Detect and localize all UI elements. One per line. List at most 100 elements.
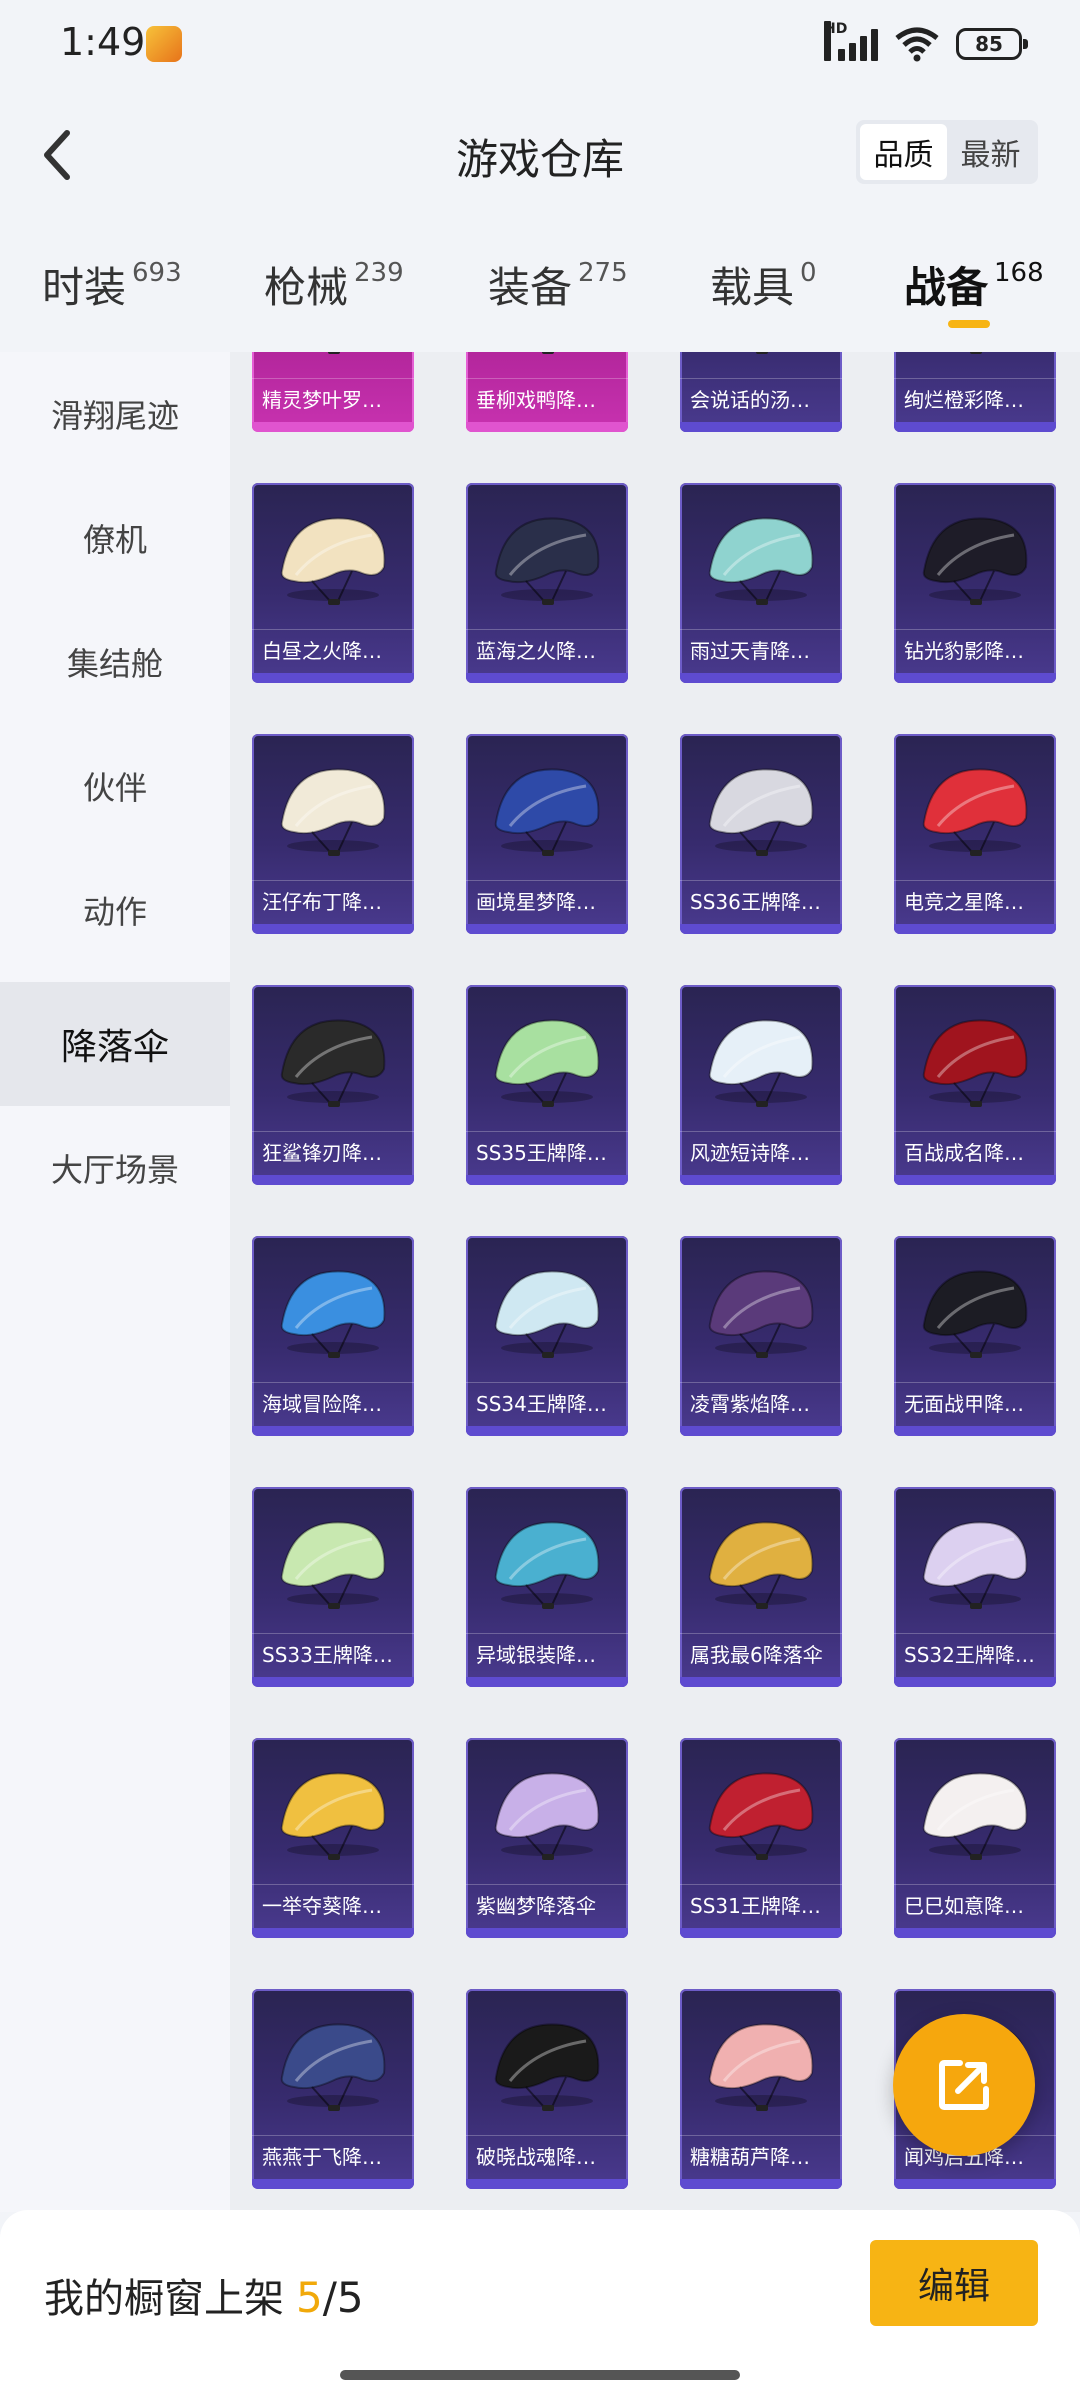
parachute-card[interactable]: 异域银装降…	[466, 1487, 628, 1687]
parachute-image	[494, 1019, 600, 1107]
tab-count: 275	[578, 258, 628, 288]
parachute-name: 海域冒险降…	[252, 1382, 414, 1424]
parachute-image	[280, 1521, 386, 1609]
share-button[interactable]	[893, 2014, 1035, 2156]
parachute-card[interactable]: SS36王牌降…	[680, 734, 842, 934]
parachute-image	[922, 1270, 1028, 1358]
parachute-card[interactable]: 无面战甲降…	[894, 1236, 1056, 1436]
parachute-card[interactable]: 海域冒险降…	[252, 1236, 414, 1436]
sidebar-item-rally-pod[interactable]: 集结舱	[0, 600, 230, 724]
parachute-card[interactable]: SS31王牌降…	[680, 1738, 842, 1938]
parachute-name: 电竞之星降…	[894, 880, 1056, 922]
tab-fashion[interactable]: 时装 693	[42, 254, 182, 315]
parachute-image	[494, 2023, 600, 2111]
sidebar-item-parachute[interactable]: 降落伞	[0, 982, 230, 1106]
parachute-card[interactable]: 风迹短诗降…	[680, 985, 842, 1185]
parachute-card[interactable]: 蓝海之火降…	[466, 483, 628, 683]
parachute-name: SS34王牌降…	[466, 1382, 628, 1424]
parachute-name: 精灵梦叶罗…	[252, 378, 414, 420]
parachute-card[interactable]: 狂鲨锋刃降…	[252, 985, 414, 1185]
tab-label: 枪械	[264, 263, 349, 312]
parachute-card[interactable]: 垂柳戏鸭降…	[466, 352, 628, 432]
parachute-image	[708, 1521, 814, 1609]
parachute-image	[708, 517, 814, 605]
parachute-card[interactable]: 绚烂橙彩降…	[894, 352, 1056, 432]
battery-level: 85	[975, 32, 1003, 56]
parachute-image	[922, 1521, 1028, 1609]
parachute-name: 垂柳戏鸭降…	[466, 378, 628, 420]
parachute-name: 白昼之火降…	[252, 629, 414, 671]
sort-toggle: 品质 最新	[856, 120, 1038, 184]
parachute-image	[494, 1521, 600, 1609]
sidebar-item-partner[interactable]: 伙伴	[0, 724, 230, 848]
parachute-card[interactable]: 电竞之星降…	[894, 734, 1056, 934]
status-indicators: HD 85	[824, 21, 1028, 64]
parachute-image	[494, 1270, 600, 1358]
parachute-card[interactable]: 燕燕于飞降…	[252, 1989, 414, 2189]
sidebar-item-lobby-scene[interactable]: 大厅场景	[0, 1106, 230, 1230]
parachute-card[interactable]: 一举夺葵降…	[252, 1738, 414, 1938]
home-indicator	[340, 2370, 740, 2380]
parachute-card[interactable]: 百战成名降…	[894, 985, 1056, 1185]
parachute-card[interactable]: SS34王牌降…	[466, 1236, 628, 1436]
tab-label: 战备	[904, 263, 989, 312]
parachute-image	[280, 1270, 386, 1358]
tab-vehicles[interactable]: 载具 0	[710, 254, 817, 315]
parachute-card[interactable]: 会说话的汤…	[680, 352, 842, 432]
parachute-image	[708, 1270, 814, 1358]
parachute-image	[280, 1019, 386, 1107]
sort-quality-button[interactable]: 品质	[860, 124, 947, 180]
parachute-name: SS33王牌降…	[252, 1633, 414, 1675]
parachute-card[interactable]: 白昼之火降…	[252, 483, 414, 683]
tab-label: 载具	[710, 263, 795, 312]
category-tabs: 时装 693 枪械 239 装备 275 载具 0 战备 168	[0, 240, 1080, 350]
showcase-separator: /	[322, 2273, 337, 2322]
network-type-label: HD	[824, 21, 847, 61]
parachute-card[interactable]: 糖糖葫芦降…	[680, 1989, 842, 2189]
parachute-card[interactable]: SS35王牌降…	[466, 985, 628, 1185]
parachute-card[interactable]: 紫幽梦降落伞	[466, 1738, 628, 1938]
share-icon	[939, 2060, 989, 2110]
parachute-name: SS32王牌降…	[894, 1633, 1056, 1675]
showcase-label: 我的橱窗上架	[44, 2276, 284, 2322]
parachute-card[interactable]: 精灵梦叶罗…	[252, 352, 414, 432]
edit-button[interactable]: 编辑	[870, 2240, 1038, 2326]
parachute-card[interactable]: 画境星梦降…	[466, 734, 628, 934]
parachute-card[interactable]: 雨过天青降…	[680, 483, 842, 683]
tab-tactical[interactable]: 战备 168	[904, 254, 1044, 315]
sort-newest-button[interactable]: 最新	[947, 124, 1034, 180]
parachute-card[interactable]: 凌霄紫焰降…	[680, 1236, 842, 1436]
parachute-image	[280, 517, 386, 605]
parachute-name: 钻光豹影降…	[894, 629, 1056, 671]
parachute-card[interactable]: 钻光豹影降…	[894, 483, 1056, 683]
parachute-card[interactable]: 破晓战魂降…	[466, 1989, 628, 2189]
tab-equipment[interactable]: 装备 275	[488, 254, 628, 315]
parachute-card[interactable]: SS32王牌降…	[894, 1487, 1056, 1687]
parachute-card[interactable]: 汪仔布丁降…	[252, 734, 414, 934]
parachute-card[interactable]: 巳巳如意降…	[894, 1738, 1056, 1938]
tab-label: 装备	[488, 263, 573, 312]
tab-count: 168	[994, 258, 1044, 288]
item-grid: 精灵梦叶罗… 垂柳戏鸭降… 会说话的汤… 绚烂橙彩降… 白昼之火降… 蓝海之火降… 雨过天青…	[230, 352, 1080, 2212]
parachute-name: 属我最6降落伞	[680, 1633, 842, 1675]
parachute-image	[922, 768, 1028, 856]
app-notification-icon	[146, 26, 182, 62]
parachute-name: 汪仔布丁降…	[252, 880, 414, 922]
sidebar-item-emote[interactable]: 动作	[0, 848, 230, 972]
parachute-name: 异域银装降…	[466, 1633, 628, 1675]
parachute-card[interactable]: 属我最6降落伞	[680, 1487, 842, 1687]
parachute-image	[922, 1772, 1028, 1860]
tab-weapons[interactable]: 枪械 239	[264, 254, 404, 315]
parachute-image	[494, 1772, 600, 1860]
parachute-name: SS35王牌降…	[466, 1131, 628, 1173]
sidebar-item-wingman[interactable]: 僚机	[0, 476, 230, 600]
sidebar-item-glide-trail[interactable]: 滑翔尾迹	[0, 352, 230, 476]
parachute-name: SS31王牌降…	[680, 1884, 842, 1926]
parachute-name: 一举夺葵降…	[252, 1884, 414, 1926]
parachute-name: 破晓战魂降…	[466, 2135, 628, 2177]
parachute-image	[494, 768, 600, 856]
parachute-card[interactable]: SS33王牌降…	[252, 1487, 414, 1687]
parachute-image	[280, 2023, 386, 2111]
parachute-name: 紫幽梦降落伞	[466, 1884, 628, 1926]
sidebar: 滑翔尾迹 僚机 集结舱 伙伴 动作 降落伞 大厅场景	[0, 352, 230, 2212]
